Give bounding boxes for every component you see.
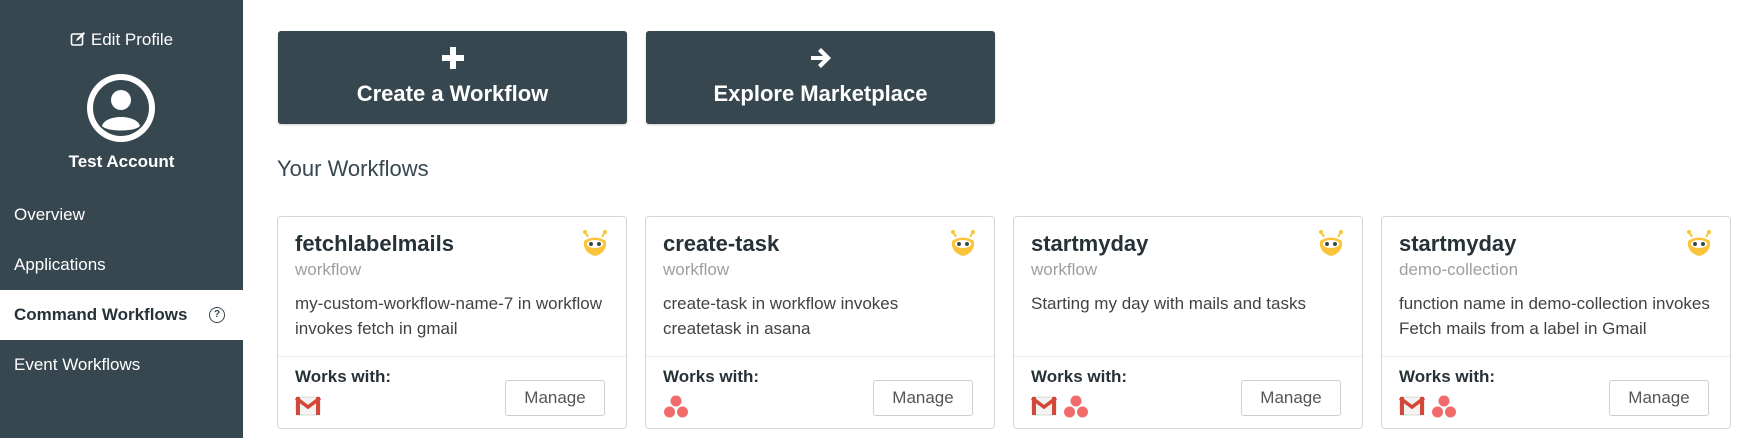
sidebar-item-applications[interactable]: Applications: [0, 240, 243, 290]
workflow-collection: workflow: [295, 260, 362, 279]
workflow-collection: workflow: [1031, 260, 1098, 279]
edit-icon: [70, 31, 86, 52]
bot-icon: [1316, 229, 1346, 259]
asana-icon: [1063, 395, 1089, 424]
explore-marketplace-label: Explore Marketplace: [713, 81, 928, 106]
workflow-card: create-task workflow create-task in workfl…: [645, 216, 995, 429]
main-content: Create a Workflow Explore Marketplace Yo…: [243, 0, 1741, 438]
section-title: Your Workflows: [277, 156, 429, 181]
workflow-description: my-custom-workflow-name-7 in workflow in…: [295, 294, 603, 338]
workflow-name: create-task: [663, 231, 780, 256]
works-with-label: Works with:: [663, 367, 760, 386]
sidebar-nav: Overview Applications Command Workflows …: [0, 190, 243, 390]
sidebar: Edit Profile Test Account Overview Appli…: [0, 0, 243, 438]
workflow-description: Starting my day with mails and tasks: [1031, 294, 1306, 313]
bot-icon: [1684, 229, 1714, 259]
sidebar-item-overview[interactable]: Overview: [0, 190, 243, 240]
edit-profile-link[interactable]: Edit Profile: [0, 30, 243, 52]
sidebar-item-label: Command Workflows: [14, 305, 188, 324]
works-with-label: Works with:: [1399, 367, 1496, 386]
sidebar-item-label: Applications: [14, 255, 106, 274]
asana-icon: [1431, 395, 1457, 424]
gmail-icon: [1030, 395, 1058, 422]
works-with-label: Works with:: [1031, 367, 1128, 386]
app-icons: [663, 395, 695, 423]
edit-profile-label: Edit Profile: [90, 30, 174, 49]
works-with-label: Works with:: [295, 367, 392, 386]
manage-button[interactable]: Manage: [505, 380, 605, 416]
app-icons: [294, 395, 327, 423]
manage-button[interactable]: Manage: [1241, 380, 1341, 416]
gmail-icon: [294, 395, 322, 422]
card-divider: [278, 356, 626, 357]
manage-button[interactable]: Manage: [1609, 380, 1709, 416]
workflow-card: fetchlabelmails workflow my-custom-workflo…: [277, 216, 627, 429]
bot-icon: [948, 229, 978, 259]
sidebar-item-command-workflows[interactable]: Command Workflows ?: [0, 290, 243, 340]
gmail-icon: [1398, 395, 1426, 422]
arrow-right-icon: [646, 45, 995, 71]
workflow-description: create-task in workflow invokes createta…: [663, 294, 899, 338]
avatar: [85, 72, 157, 144]
asana-icon: [663, 395, 689, 424]
explore-marketplace-button[interactable]: Explore Marketplace: [646, 31, 995, 124]
workflow-card: startmyday workflow Starting my day with m…: [1013, 216, 1363, 429]
account-name: Test Account: [68, 152, 175, 171]
workflow-name: startmyday: [1031, 231, 1149, 256]
help-icon[interactable]: ?: [209, 307, 225, 323]
plus-icon: [278, 45, 627, 71]
sidebar-item-label: Event Workflows: [14, 355, 141, 374]
workflow-name: startmyday: [1399, 231, 1517, 256]
card-divider: [646, 356, 994, 357]
workflow-collection: demo-collection: [1399, 260, 1519, 279]
create-workflow-label: Create a Workflow: [356, 81, 549, 106]
manage-button[interactable]: Manage: [873, 380, 973, 416]
app-icons: [1398, 395, 1463, 424]
workflow-description: function name in demo-collection invokes…: [1399, 294, 1710, 338]
workflow-collection: workflow: [663, 260, 730, 279]
sidebar-item-event-workflows[interactable]: Event Workflows: [0, 340, 243, 390]
create-workflow-button[interactable]: Create a Workflow: [278, 31, 627, 124]
sidebar-item-label: Overview: [14, 205, 85, 224]
app-icons: [1030, 395, 1095, 424]
card-divider: [1382, 356, 1730, 357]
workflow-name: fetchlabelmails: [295, 231, 454, 256]
card-divider: [1014, 356, 1362, 357]
workflow-card: startmyday demo-collection function name i…: [1381, 216, 1731, 429]
bot-icon: [580, 229, 610, 259]
